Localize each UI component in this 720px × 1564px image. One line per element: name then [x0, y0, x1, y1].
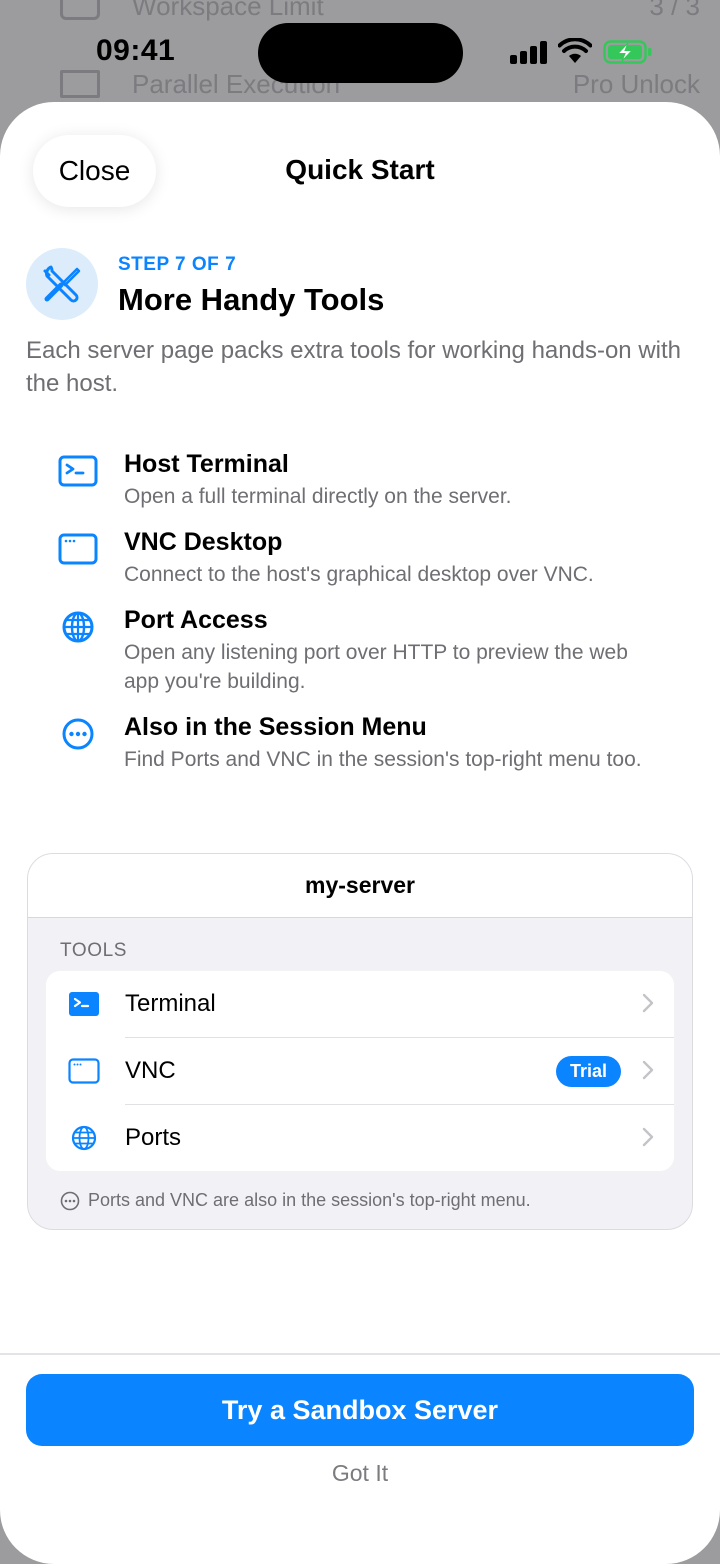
status-bar: 09:41 [0, 0, 720, 106]
tools-row-label: VNC [125, 1057, 176, 1084]
globe-icon [71, 1125, 97, 1151]
feature-description: Connect to the host's graphical desktop … [124, 563, 594, 586]
tools-row-vnc[interactable]: VNC Trial [46, 1038, 674, 1105]
trial-badge: Trial [555, 1056, 621, 1087]
feature-title: VNC Desktop [124, 528, 283, 556]
feature-title: Port Access [124, 606, 268, 634]
tools-section-label: TOOLS [60, 940, 128, 961]
globe-icon [62, 611, 94, 643]
window-icon [58, 533, 98, 565]
feature-description: Find Ports and VNC in the session's top-… [124, 748, 642, 771]
feature-title: Also in the Session Menu [124, 713, 427, 741]
sheet-title: Quick Start [285, 154, 435, 185]
bottom-divider [0, 1353, 720, 1355]
terminal-icon [69, 992, 99, 1016]
feature-description: Open any listening port over HTTP to pre… [124, 641, 628, 693]
tools-icon [26, 248, 98, 320]
tools-row-label: Terminal [125, 990, 216, 1017]
wifi-icon [558, 38, 592, 63]
quick-start-sheet: Close Quick Start STEP 7 OF 7 More Handy… [0, 102, 720, 1564]
tools-row-ports[interactable]: Ports [46, 1105, 674, 1171]
tools-list: Terminal VNC Trial Ports [46, 971, 674, 1171]
ellipsis-circle-icon [62, 718, 94, 750]
dynamic-island [258, 23, 463, 83]
step-heading: More Handy Tools [118, 282, 385, 317]
status-time: 09:41 [96, 34, 176, 67]
got-it-button[interactable]: Got It [0, 1460, 720, 1487]
try-sandbox-server-button[interactable]: Try a Sandbox Server [26, 1374, 694, 1446]
window-icon [68, 1058, 100, 1084]
ellipsis-circle-icon [60, 1191, 80, 1210]
chevron-right-icon [642, 1127, 654, 1147]
feature-description: Open a full terminal directly on the ser… [124, 485, 512, 508]
terminal-icon [58, 455, 98, 487]
preview-footer: Ports and VNC are also in the session's … [60, 1190, 531, 1211]
chevron-right-icon [642, 993, 654, 1013]
feature-title: Host Terminal [124, 450, 289, 478]
tools-row-terminal[interactable]: Terminal [46, 971, 674, 1038]
battery-charging-icon [603, 40, 652, 64]
server-name: my-server [28, 854, 692, 918]
chevron-right-icon [642, 1060, 654, 1080]
cellular-signal-icon [510, 40, 548, 64]
step-description: Each server page packs extra tools for w… [26, 337, 681, 397]
server-preview-card: my-server TOOLS Terminal VNC Trial Ports… [27, 853, 693, 1230]
preview-footer-text: Ports and VNC are also in the session's … [88, 1190, 531, 1210]
tools-row-label: Ports [125, 1124, 182, 1151]
step-label: STEP 7 OF 7 [118, 254, 237, 275]
